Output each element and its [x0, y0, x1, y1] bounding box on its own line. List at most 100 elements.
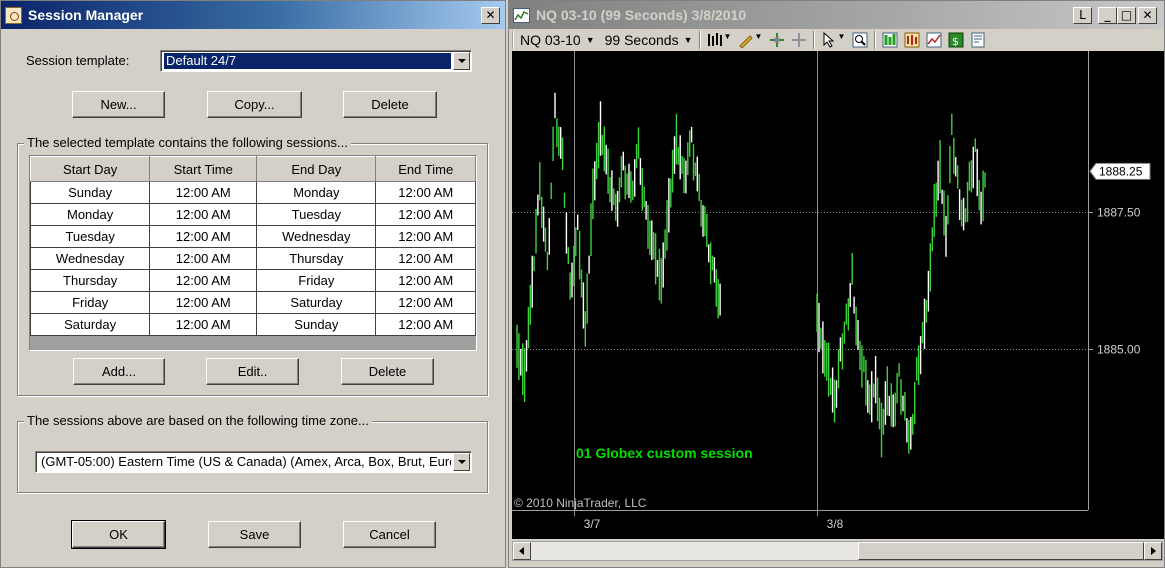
column-header-start-time[interactable]: Start Time [149, 156, 258, 182]
crosshair-icon[interactable] [769, 32, 785, 48]
cell-end-time: 12:00 AM [375, 247, 476, 270]
scroll-left-icon[interactable] [513, 542, 531, 560]
session-template-label: Session template: [26, 53, 130, 68]
session-annotation: 01 Globex custom session [576, 445, 753, 461]
table-row[interactable]: Sunday 12:00 AM Monday 12:00 AM [29, 181, 476, 204]
chevron-down-icon[interactable]: ▼ [586, 35, 595, 45]
dollar-icon[interactable]: $ [948, 32, 964, 48]
column-header-start-day[interactable]: Start Day [29, 156, 151, 182]
ok-button[interactable]: OK [71, 520, 166, 549]
data-box-icon[interactable] [970, 32, 986, 48]
toolbar-separator [873, 31, 876, 49]
window-title: Session Manager [28, 7, 144, 23]
chart-titlebar[interactable]: NQ 03-10 (99 Seconds) 3/8/2010 L _ □ ✕ [509, 1, 1164, 29]
chart-horizontal-scrollbar[interactable] [512, 541, 1163, 561]
scrollbar-thumb[interactable] [858, 542, 1144, 560]
chevron-down-icon[interactable]: ▼ [755, 32, 763, 48]
table-row[interactable]: Saturday 12:00 AM Sunday 12:00 AM [29, 313, 476, 336]
cell-end-day: Tuesday [256, 203, 377, 226]
table-row[interactable]: Thursday 12:00 AM Friday 12:00 AM [29, 269, 476, 292]
zoom-icon[interactable] [852, 32, 868, 48]
cell-start-day: Tuesday [29, 225, 151, 248]
chevron-down-icon[interactable] [453, 52, 470, 70]
last-price-label: 1888.25 [1099, 164, 1143, 178]
close-icon[interactable]: ✕ [481, 7, 500, 24]
interval-selector[interactable]: 99 Seconds [605, 32, 679, 48]
close-icon[interactable]: ✕ [1138, 7, 1157, 24]
save-button[interactable]: Save [208, 521, 301, 548]
delete-template-button[interactable]: Delete [343, 91, 437, 118]
table-row[interactable]: Friday 12:00 AM Saturday 12:00 AM [29, 291, 476, 314]
table-row[interactable]: Wednesday 12:00 AM Thursday 12:00 AM [29, 247, 476, 270]
cell-start-time: 12:00 AM [149, 291, 258, 314]
indicators-icon[interactable] [882, 32, 898, 48]
price-tick-label: 1887.50 [1097, 206, 1141, 220]
timezone-value: (GMT-05:00) Eastern Time (US & Canada) (… [41, 454, 451, 469]
column-header-end-day[interactable]: End Day [256, 156, 377, 182]
session-manager-app-icon [5, 6, 22, 24]
chart-properties-icon[interactable] [926, 32, 942, 48]
cell-end-time: 12:00 AM [375, 291, 476, 314]
cell-start-day: Wednesday [29, 247, 151, 270]
new-template-button[interactable]: New... [72, 91, 165, 118]
chevron-down-icon[interactable] [453, 453, 470, 471]
cell-start-day: Thursday [29, 269, 151, 292]
cell-start-time: 12:00 AM [149, 269, 258, 292]
date-tick-label: 3/7 [584, 517, 601, 531]
cell-end-time: 12:00 AM [375, 181, 476, 204]
cell-start-time: 12:00 AM [149, 313, 258, 336]
cell-end-day: Monday [256, 181, 377, 204]
cell-end-day: Thursday [256, 247, 377, 270]
cursor-icon[interactable] [821, 31, 837, 48]
copy-template-button[interactable]: Copy... [207, 91, 302, 118]
chevron-down-icon[interactable]: ▼ [684, 35, 693, 45]
session-template-select[interactable]: Default 24/7 [160, 50, 472, 72]
cell-end-time: 12:00 AM [375, 203, 476, 226]
cancel-button[interactable]: Cancel [343, 521, 436, 548]
session-manager-titlebar[interactable]: Session Manager ✕ [1, 1, 505, 29]
delete-session-button[interactable]: Delete [341, 358, 434, 385]
bars-type-icon[interactable] [707, 32, 723, 48]
cell-end-time: 12:00 AM [375, 269, 476, 292]
add-session-button[interactable]: Add... [73, 358, 165, 385]
copyright-text: © 2010 NinjaTrader, LLC [514, 496, 647, 510]
chevron-down-icon[interactable]: ▼ [838, 32, 846, 48]
table-header-row: Start Day Start Time End Day End Time [29, 156, 476, 182]
cell-end-day: Friday [256, 269, 377, 292]
cell-end-time: 12:00 AM [375, 313, 476, 336]
pencil-icon[interactable] [738, 32, 754, 49]
chart-background [512, 51, 1164, 539]
cell-end-time: 12:00 AM [375, 225, 476, 248]
sessions-table[interactable]: Start Day Start Time End Day End Time Su… [29, 155, 477, 351]
cell-start-time: 12:00 AM [149, 203, 258, 226]
table-row[interactable]: Monday 12:00 AM Tuesday 12:00 AM [29, 203, 476, 226]
column-header-end-time[interactable]: End Time [375, 156, 476, 182]
cell-start-time: 12:00 AM [149, 181, 258, 204]
sessions-legend: The selected template contains the follo… [24, 135, 351, 150]
chart-toolbar: NQ 03-10 ▼ 99 Seconds ▼ ▼ ▼ ▼ $ [510, 29, 1163, 51]
svg-text:$: $ [952, 35, 959, 48]
cell-start-day: Monday [29, 203, 151, 226]
maximize-icon[interactable]: □ [1117, 7, 1136, 24]
price-chart[interactable]: 1887.50 1885.00 3/7 3/8 1888.25 01 Globex cus… [512, 51, 1164, 539]
strategies-icon[interactable] [904, 32, 920, 48]
chevron-down-icon[interactable]: ▼ [724, 32, 732, 48]
cell-start-day: Friday [29, 291, 151, 314]
timezone-legend: The sessions above are based on the foll… [24, 413, 372, 428]
chart-window-title: NQ 03-10 (99 Seconds) 3/8/2010 [536, 7, 747, 23]
timezone-select[interactable]: (GMT-05:00) Eastern Time (US & Canada) (… [35, 451, 472, 473]
chart-app-icon [513, 7, 530, 23]
edit-session-button[interactable]: Edit.. [206, 358, 299, 385]
cell-start-time: 12:00 AM [149, 225, 258, 248]
scroll-right-icon[interactable] [1144, 542, 1162, 560]
instrument-selector[interactable]: NQ 03-10 [520, 32, 581, 48]
toolbar-separator [812, 31, 815, 49]
cell-start-day: Saturday [29, 313, 151, 336]
minimize-icon[interactable]: _ [1098, 7, 1117, 24]
cell-end-day: Sunday [256, 313, 377, 336]
table-row[interactable]: Tuesday 12:00 AM Wednesday 12:00 AM [29, 225, 476, 248]
link-button[interactable]: L [1073, 7, 1092, 24]
crosshair-global-icon[interactable] [791, 32, 807, 48]
cell-start-time: 12:00 AM [149, 247, 258, 270]
price-tick-label: 1885.00 [1097, 343, 1141, 357]
